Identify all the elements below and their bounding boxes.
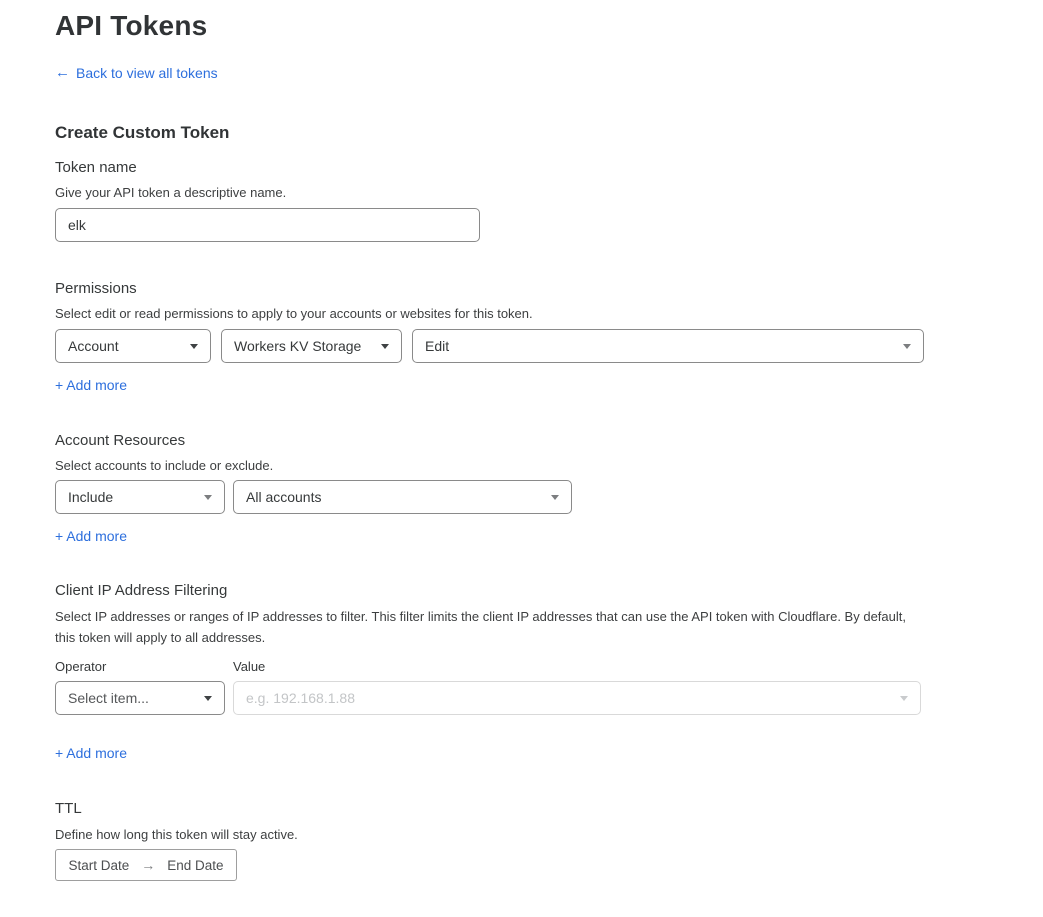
account-resources-operator-select[interactable]: Include bbox=[55, 480, 225, 514]
ip-filtering-label: Client IP Address Filtering bbox=[55, 581, 1043, 600]
chevron-down-icon bbox=[900, 696, 908, 701]
end-date-label: End Date bbox=[167, 858, 223, 873]
ttl-help: Define how long this token will stay act… bbox=[55, 826, 1043, 843]
chevron-down-icon bbox=[204, 696, 212, 701]
account-resources-label: Account Resources bbox=[55, 431, 1043, 450]
permission-access-value: Edit bbox=[425, 338, 895, 354]
api-tokens-page: API Tokens ← Back to view all tokens Cre… bbox=[0, 0, 1043, 881]
operator-column-label: Operator bbox=[55, 658, 233, 675]
chevron-down-icon bbox=[204, 495, 212, 500]
token-name-help: Give your API token a descriptive name. bbox=[55, 184, 1043, 201]
ip-value-combo[interactable]: e.g. 192.168.1.88 bbox=[233, 681, 921, 715]
back-arrow-icon: ← bbox=[55, 64, 70, 82]
value-column-label: Value bbox=[233, 658, 265, 675]
page-title: API Tokens bbox=[55, 8, 1043, 44]
permission-scope-select[interactable]: Account bbox=[55, 329, 211, 363]
permissions-add-more-link[interactable]: + Add more bbox=[55, 376, 127, 394]
ttl-date-range-picker[interactable]: Start Date → End Date bbox=[55, 849, 237, 881]
account-resources-value: All accounts bbox=[246, 489, 543, 505]
account-resources-row: Include All accounts bbox=[55, 480, 1043, 514]
permission-resource-value: Workers KV Storage bbox=[234, 338, 373, 354]
ip-operator-placeholder: Select item... bbox=[68, 690, 196, 706]
back-link-label: Back to view all tokens bbox=[76, 64, 218, 82]
permission-scope-value: Account bbox=[68, 338, 182, 354]
ip-operator-select[interactable]: Select item... bbox=[55, 681, 225, 715]
arrow-right-icon: → bbox=[141, 857, 155, 873]
chevron-down-icon bbox=[903, 344, 911, 349]
back-to-tokens-link[interactable]: ← Back to view all tokens bbox=[55, 64, 218, 82]
ip-filtering-add-more-link[interactable]: + Add more bbox=[55, 744, 127, 762]
account-resources-help: Select accounts to include or exclude. bbox=[55, 457, 1043, 474]
ttl-label: TTL bbox=[55, 799, 1043, 818]
account-resources-value-select[interactable]: All accounts bbox=[233, 480, 572, 514]
account-resources-operator-value: Include bbox=[68, 489, 196, 505]
token-name-label: Token name bbox=[55, 158, 1043, 177]
account-resources-add-more-link[interactable]: + Add more bbox=[55, 527, 127, 545]
permissions-row: Account Workers KV Storage Edit bbox=[55, 329, 1043, 363]
create-custom-token-heading: Create Custom Token bbox=[55, 122, 1043, 144]
token-name-input[interactable] bbox=[55, 208, 480, 242]
ip-value-placeholder: e.g. 192.168.1.88 bbox=[246, 690, 892, 706]
permission-resource-select[interactable]: Workers KV Storage bbox=[221, 329, 402, 363]
ip-filtering-column-labels: Operator Value bbox=[55, 658, 1043, 675]
ip-filtering-help: Select IP addresses or ranges of IP addr… bbox=[55, 606, 911, 648]
permissions-help: Select edit or read permissions to apply… bbox=[55, 305, 1043, 322]
permissions-label: Permissions bbox=[55, 279, 1043, 298]
chevron-down-icon bbox=[551, 495, 559, 500]
permission-access-select[interactable]: Edit bbox=[412, 329, 924, 363]
start-date-label: Start Date bbox=[68, 858, 129, 873]
chevron-down-icon bbox=[190, 344, 198, 349]
ip-filtering-row: Select item... e.g. 192.168.1.88 bbox=[55, 681, 1043, 715]
chevron-down-icon bbox=[381, 344, 389, 349]
